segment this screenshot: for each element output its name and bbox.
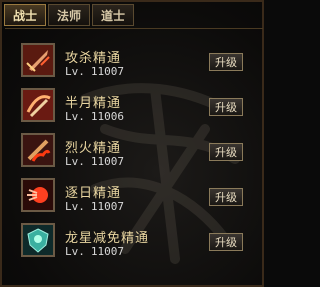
skill-list: 攻杀精通 Lv. 11007 升级 半月精通 Lv. 11006 升级 烈火精通…: [5, 28, 263, 287]
tab-taoist[interactable]: 道士: [92, 4, 134, 26]
fire-sword-icon: [21, 133, 55, 167]
skill-row: 攻杀精通 Lv. 11007 升级: [21, 43, 251, 87]
skill-level: Lv. 11007: [65, 200, 124, 213]
class-tabs: 战士 法师 道士: [4, 4, 134, 28]
skill-row: 逐日精通 Lv. 11007 升级: [21, 178, 251, 222]
upgrade-button[interactable]: 升级: [209, 98, 243, 116]
skill-level: Lv. 11007: [65, 155, 124, 168]
upgrade-button[interactable]: 升级: [209, 53, 243, 71]
upgrade-button[interactable]: 升级: [209, 233, 243, 251]
skill-level: Lv. 11007: [65, 245, 124, 258]
sword-slash-icon: [21, 43, 55, 77]
dragon-shield-icon: [21, 223, 55, 257]
skill-level: Lv. 11007: [65, 65, 124, 78]
skill-name: 半月精通: [65, 96, 122, 111]
tab-mage[interactable]: 法师: [48, 4, 90, 26]
skill-name: 逐日精通: [65, 186, 122, 201]
sun-chase-icon: [21, 178, 55, 212]
skill-name: 烈火精通: [65, 141, 122, 156]
skill-row: 半月精通 Lv. 11006 升级: [21, 88, 251, 132]
upgrade-button[interactable]: 升级: [209, 143, 243, 161]
skill-row: 烈火精通 Lv. 11007 升级: [21, 133, 251, 177]
upgrade-button[interactable]: 升级: [209, 188, 243, 206]
skill-name: 攻杀精通: [65, 51, 122, 66]
skill-row: 龙星减免精通 Lv. 11007 升级: [21, 223, 251, 267]
skill-name: 龙星减免精通: [65, 231, 150, 246]
crescent-slash-icon: [21, 88, 55, 122]
skill-level: Lv. 11006: [65, 110, 124, 123]
skill-mastery-panel: 战士 法师 道士 攻杀精通 Lv. 11007 升级 半月精通 Lv. 1100…: [0, 0, 264, 287]
tab-warrior[interactable]: 战士: [4, 4, 46, 26]
